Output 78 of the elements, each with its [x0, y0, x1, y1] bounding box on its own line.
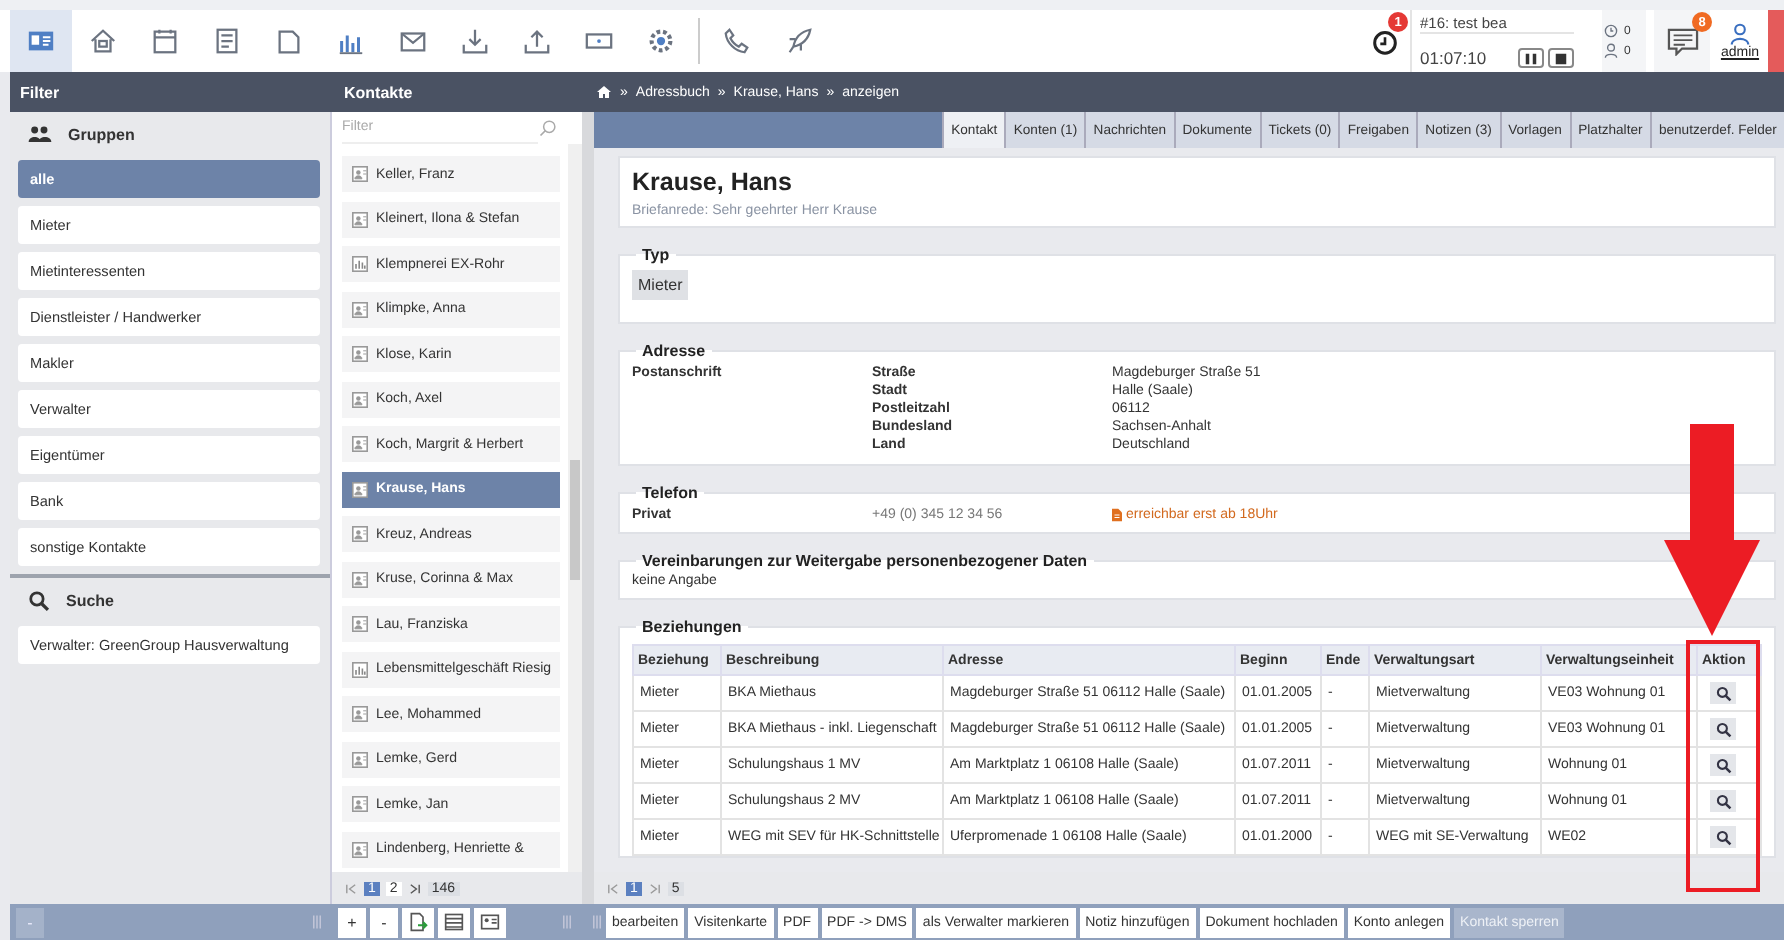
building-icon — [352, 256, 368, 272]
user-icon — [1728, 22, 1752, 46]
search-icon — [1715, 685, 1731, 701]
tool-button[interactable]: + — [338, 907, 366, 937]
view-button[interactable] — [1710, 826, 1736, 848]
last-page-icon[interactable] — [407, 881, 422, 895]
contact-card-icon — [352, 526, 368, 542]
search-icon — [1715, 721, 1731, 737]
building-icon — [352, 661, 368, 677]
form-icon — [212, 26, 242, 56]
contact-card-icon — [26, 26, 56, 56]
toolbar-button[interactable] — [10, 10, 72, 72]
contact-card-icon — [352, 616, 368, 632]
person-icon — [1602, 42, 1620, 60]
section-heading: Vereinbarungen zur Weitergabe personenbezogener Daten — [640, 552, 1090, 570]
phone-icon — [722, 26, 752, 56]
section-heading: Beziehungen — [640, 618, 744, 636]
search-icon — [538, 118, 558, 138]
view-button[interactable] — [1710, 682, 1736, 704]
contact-name: Krause, Hans — [632, 167, 794, 195]
type-tag: Mieter — [632, 270, 689, 300]
section-heading: Telefon — [640, 484, 700, 502]
view-button[interactable] — [1710, 754, 1736, 776]
search-icon — [28, 589, 50, 611]
search-icon — [1715, 793, 1731, 809]
contact-card-icon — [352, 706, 368, 722]
contact-card-icon — [352, 841, 368, 857]
pause-icon — [1524, 51, 1538, 65]
export-icon — [408, 912, 428, 932]
home-icon[interactable] — [596, 84, 612, 100]
pause-button[interactable] — [1518, 48, 1544, 68]
search-icon — [1715, 757, 1731, 773]
scrollbar[interactable] — [582, 112, 594, 904]
scrollbar[interactable] — [568, 144, 582, 872]
section-heading: Gruppen — [68, 125, 135, 143]
download-icon — [460, 26, 490, 56]
message-icon — [1665, 26, 1699, 56]
contact-card-icon — [352, 346, 368, 362]
clock-icon — [1369, 26, 1399, 56]
contact-card-icon — [352, 436, 368, 452]
section-heading: Typ — [640, 246, 672, 264]
page-icon — [274, 26, 304, 56]
panel-title: Filter — [18, 83, 62, 101]
contact-card-icon — [352, 751, 368, 767]
calendar-icon — [150, 26, 180, 56]
stop-icon — [1554, 51, 1568, 65]
clock-icon — [1602, 22, 1620, 40]
table-view-button[interactable] — [438, 907, 470, 937]
contact-card-icon — [352, 211, 368, 227]
envelope-icon — [398, 26, 428, 56]
view-button[interactable] — [1710, 790, 1736, 812]
timer-reading: 01:07:10 — [1420, 48, 1489, 68]
section-heading: Suche — [66, 591, 115, 609]
tool-button[interactable]: - — [370, 907, 398, 937]
upload-icon — [522, 26, 552, 56]
table-icon — [444, 912, 464, 932]
contact-card-icon — [352, 481, 368, 497]
house-icon — [88, 26, 118, 56]
panel-title: Kontakte — [342, 83, 415, 101]
search-icon — [1715, 829, 1731, 845]
resize-grip-icon[interactable] — [592, 914, 602, 930]
view-button[interactable] — [1710, 718, 1736, 740]
rocket-icon — [784, 26, 814, 56]
contact-card-icon — [352, 301, 368, 317]
gear-icon — [646, 26, 676, 56]
resize-grip-icon[interactable] — [312, 914, 322, 930]
people-icon — [28, 124, 52, 144]
card-view-button[interactable] — [474, 907, 506, 937]
contact-card-icon — [480, 912, 500, 932]
section-heading: Adresse — [640, 342, 708, 360]
contact-card-icon — [352, 796, 368, 812]
contact-card-icon — [352, 391, 368, 407]
resize-grip-icon[interactable] — [562, 914, 572, 930]
stop-button[interactable] — [1548, 48, 1574, 68]
contact-card-icon — [352, 571, 368, 587]
export-button[interactable] — [402, 907, 434, 937]
note-icon — [1112, 508, 1122, 522]
contact-card-icon — [352, 166, 368, 182]
